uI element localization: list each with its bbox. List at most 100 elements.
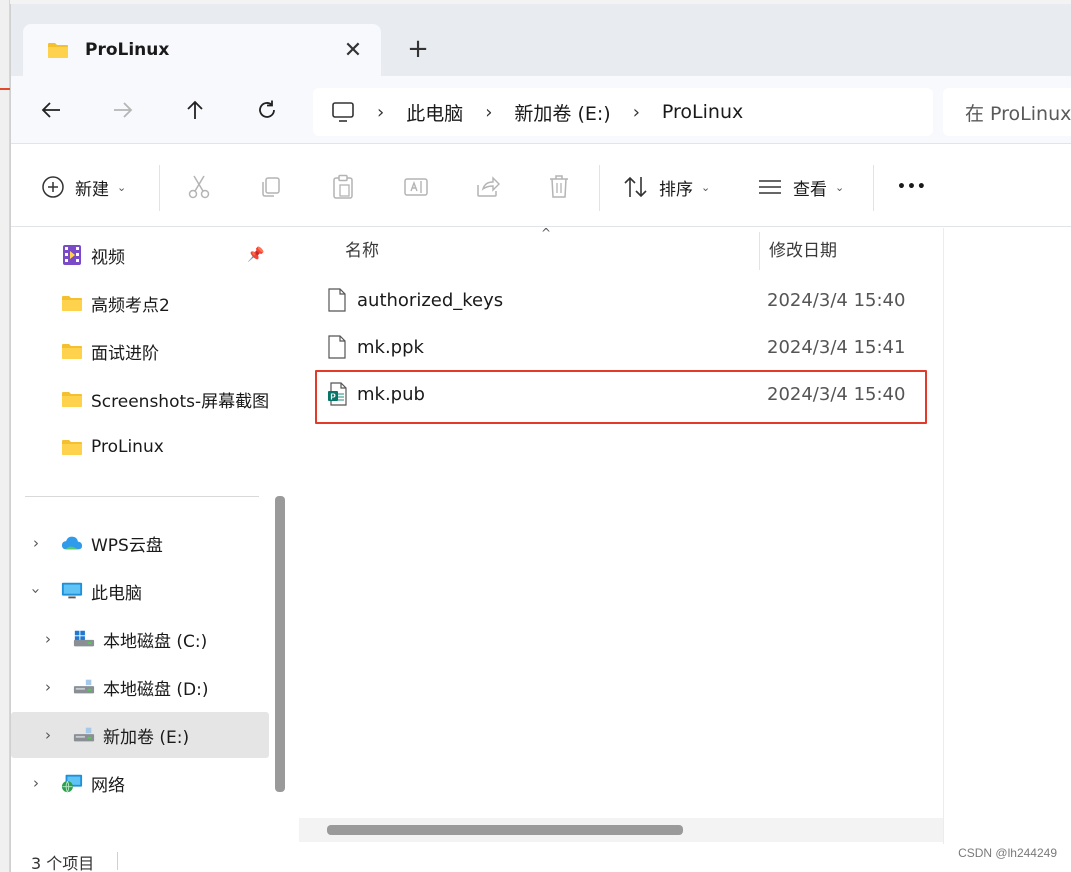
sidebar-item-label: WPS云盘 bbox=[91, 535, 163, 556]
tab-prolinux[interactable]: ProLinux ✕ bbox=[23, 24, 381, 76]
sidebar-scrollbar[interactable] bbox=[275, 496, 285, 792]
sidebar-item-screenshots[interactable]: Screenshots-屏幕截图 bbox=[11, 376, 269, 422]
rename-icon bbox=[404, 178, 428, 196]
folder-icon bbox=[61, 293, 83, 313]
sidebar-item-this-pc[interactable]: › 此电脑 bbox=[11, 568, 269, 614]
toolbar-divider bbox=[599, 165, 600, 211]
more-options-button[interactable]: ••• bbox=[897, 169, 927, 205]
navigation-bar: › 此电脑 › 新加卷 (E:) › ProLinux 在 ProLinux bbox=[11, 76, 1071, 144]
close-tab-button[interactable]: ✕ bbox=[339, 38, 367, 63]
arrow-right-icon bbox=[114, 102, 133, 118]
monitor-icon bbox=[332, 102, 354, 122]
chevron-down-icon: ⌄ bbox=[835, 180, 845, 194]
breadcrumb-this-pc[interactable]: 此电脑 bbox=[406, 99, 463, 126]
folder-icon bbox=[61, 389, 83, 409]
folder-icon bbox=[61, 437, 83, 457]
rename-button[interactable] bbox=[403, 169, 429, 205]
sidebar-item-drive-c[interactable]: › 本地磁盘 (C:) bbox=[11, 616, 269, 662]
navigation-pane: 视频 📌 高频考点2 面试进阶 Screenshots-屏幕截图 ProLinu… bbox=[11, 228, 297, 848]
sidebar-item-network[interactable]: › 网络 bbox=[11, 760, 269, 806]
search-input[interactable]: 在 ProLinux bbox=[943, 88, 1071, 136]
up-button[interactable] bbox=[177, 92, 213, 128]
new-tab-button[interactable]: + bbox=[403, 34, 433, 64]
copy-button[interactable] bbox=[259, 169, 283, 205]
trash-icon bbox=[550, 175, 568, 198]
view-label: 查看 bbox=[793, 179, 827, 200]
item-count: 3 个项目 bbox=[31, 854, 95, 872]
sidebar-item-videos[interactable]: 视频 📌 bbox=[11, 232, 269, 278]
breadcrumb-prolinux[interactable]: ProLinux bbox=[662, 101, 743, 123]
chevron-right-icon[interactable]: › bbox=[27, 534, 45, 552]
column-header-date[interactable]: 修改日期 bbox=[769, 236, 837, 261]
new-label: 新建 bbox=[75, 179, 109, 200]
sidebar-divider bbox=[25, 496, 259, 497]
sidebar-item-wps-cloud[interactable]: › WPS云盘 bbox=[11, 520, 269, 566]
chevron-right-icon[interactable]: › bbox=[39, 630, 57, 648]
sidebar-item-label: 网络 bbox=[91, 775, 125, 796]
sidebar-item-label: 此电脑 bbox=[91, 583, 142, 604]
background-accent-line bbox=[0, 88, 10, 90]
sidebar-item-label: Screenshots-屏幕截图 bbox=[91, 391, 270, 412]
column-separator[interactable] bbox=[759, 232, 760, 270]
watermark: CSDN @lh244249 bbox=[958, 846, 1057, 860]
breadcrumb-chevron-icon[interactable]: › bbox=[633, 102, 640, 123]
chevron-down-icon: ⌄ bbox=[117, 180, 127, 194]
plus-circle-icon bbox=[42, 176, 64, 198]
file-modified-date: 2024/3/4 15:41 bbox=[767, 336, 906, 358]
toolbar-divider bbox=[159, 165, 160, 211]
sidebar-item-label: 本地磁盘 (D:) bbox=[103, 679, 209, 700]
breadcrumb-chevron-icon[interactable]: › bbox=[377, 102, 384, 123]
file-explorer-window: ProLinux ✕ + › 此电脑 › 新加卷 (E:) › ProLinux… bbox=[10, 4, 1071, 872]
sidebar-item-label: 高频考点2 bbox=[91, 295, 170, 316]
paste-button[interactable] bbox=[331, 169, 355, 205]
file-name: mk.ppk bbox=[357, 336, 424, 358]
toolbar-divider bbox=[873, 165, 874, 211]
chevron-right-icon[interactable]: › bbox=[39, 726, 57, 744]
drive-icon bbox=[73, 677, 95, 697]
chevron-right-icon[interactable]: › bbox=[27, 774, 45, 792]
delete-button[interactable] bbox=[547, 169, 571, 205]
sidebar-item-label: 视频 bbox=[91, 247, 125, 268]
file-row-mk-ppk[interactable]: mk.ppk 2024/3/4 15:41 bbox=[327, 325, 931, 369]
sidebar-item-label: 新加卷 (E:) bbox=[103, 727, 190, 748]
pin-icon[interactable]: 📌 bbox=[247, 247, 264, 263]
new-button[interactable]: 新建 ⌄ bbox=[41, 169, 126, 205]
breadcrumb-drive-e[interactable]: 新加卷 (E:) bbox=[514, 99, 610, 126]
back-button[interactable] bbox=[33, 92, 69, 128]
file-row-authorized-keys[interactable]: authorized_keys 2024/3/4 15:40 bbox=[327, 278, 931, 322]
blank-file-icon bbox=[328, 288, 346, 312]
sidebar-item-drive-e[interactable]: › 新加卷 (E:) bbox=[11, 712, 269, 758]
address-bar[interactable]: › 此电脑 › 新加卷 (E:) › ProLinux bbox=[313, 88, 933, 136]
sort-button[interactable]: 排序 ⌄ bbox=[623, 169, 710, 205]
computer-icon bbox=[61, 581, 83, 601]
clipboard-icon bbox=[333, 174, 353, 199]
forward-button[interactable] bbox=[105, 92, 141, 128]
view-button[interactable]: 查看 ⌄ bbox=[757, 169, 844, 205]
chevron-down-icon[interactable]: › bbox=[27, 582, 45, 600]
sort-label: 排序 bbox=[659, 179, 693, 200]
sidebar-item-prolinux[interactable]: ProLinux bbox=[11, 424, 269, 470]
folder-icon bbox=[61, 341, 83, 361]
list-view-icon bbox=[759, 180, 781, 194]
arrow-left-icon bbox=[41, 102, 60, 118]
scissors-icon bbox=[188, 175, 210, 199]
title-bar: ProLinux ✕ + bbox=[11, 4, 1071, 76]
file-modified-date: 2024/3/4 15:40 bbox=[767, 289, 906, 311]
chevron-right-icon[interactable]: › bbox=[39, 678, 57, 696]
refresh-button[interactable] bbox=[249, 92, 285, 128]
details-pane bbox=[943, 228, 1071, 844]
status-bar: 3 个项目 bbox=[11, 844, 1071, 872]
horizontal-scrollbar-thumb[interactable] bbox=[327, 825, 683, 835]
breadcrumb-chevron-icon[interactable]: › bbox=[485, 102, 492, 123]
tab-title: ProLinux bbox=[85, 40, 170, 60]
share-button[interactable] bbox=[475, 169, 501, 205]
network-icon bbox=[61, 773, 83, 794]
share-icon bbox=[477, 176, 500, 197]
sidebar-item-drive-d[interactable]: › 本地磁盘 (D:) bbox=[11, 664, 269, 710]
background-window-edge bbox=[0, 0, 10, 872]
cut-button[interactable] bbox=[187, 169, 211, 205]
command-bar: 新建 ⌄ 排序 ⌄ 查看 ⌄ ••• bbox=[11, 145, 1071, 227]
sidebar-item-mianshi[interactable]: 面试进阶 bbox=[11, 328, 269, 374]
sidebar-item-gaopin[interactable]: 高频考点2 bbox=[11, 280, 269, 326]
column-header-name[interactable]: 名称 bbox=[345, 236, 379, 261]
